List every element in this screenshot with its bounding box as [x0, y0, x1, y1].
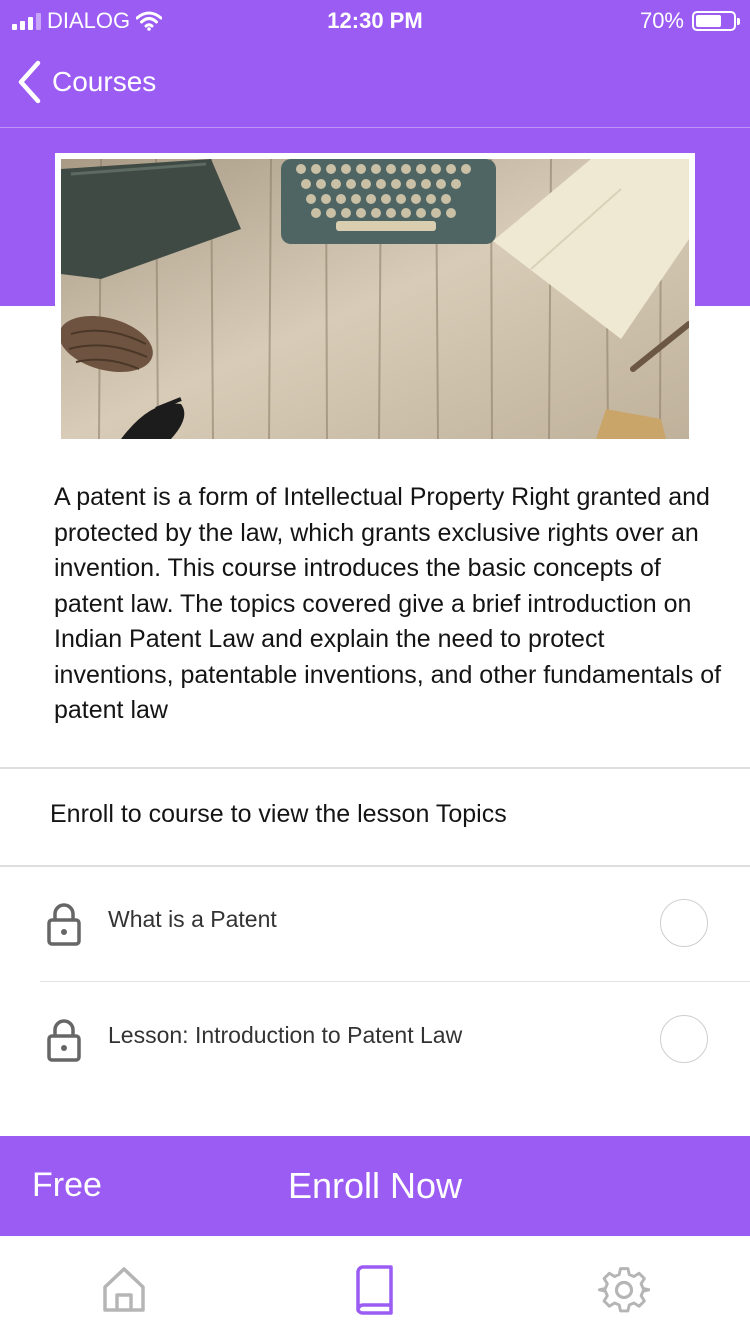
lesson-title: What is a Patent — [108, 906, 277, 932]
course-price: Free — [32, 1166, 102, 1204]
lesson-title: Lesson: Introduction to Patent Law — [108, 1022, 463, 1048]
lesson-status-radio[interactable] — [660, 899, 708, 947]
section-divider — [0, 767, 750, 769]
tab-settings[interactable] — [594, 1260, 654, 1320]
chevron-left-icon — [18, 60, 41, 104]
lock-icon — [47, 1019, 81, 1062]
back-label: Courses — [52, 66, 157, 97]
status-bar: DIALOG 12:30 PM 70% — [0, 0, 750, 40]
lesson-status-radio[interactable] — [660, 1015, 708, 1063]
course-description: A patent is a form of Intellectual Prope… — [54, 483, 722, 724]
battery-percent: 70% — [639, 8, 684, 33]
navigation-bar: Courses — [0, 40, 750, 128]
gear-icon — [598, 1267, 650, 1313]
enroll-hint: Enroll to course to view the lesson Topi… — [50, 800, 507, 828]
battery-icon — [692, 11, 740, 31]
tab-bar — [0, 1236, 750, 1334]
lesson-row[interactable]: Lesson: Introduction to Patent Law — [40, 982, 750, 1097]
course-cover-image — [61, 159, 689, 439]
tab-home[interactable] — [94, 1260, 154, 1320]
clock: 12:30 PM — [327, 8, 423, 33]
lesson-row[interactable]: What is a Patent — [40, 866, 750, 981]
back-button[interactable]: Courses — [16, 60, 156, 104]
tab-courses[interactable] — [344, 1260, 404, 1320]
enroll-bar: Free Enroll Now — [0, 1136, 750, 1236]
course-image-frame — [55, 153, 695, 445]
book-icon — [356, 1265, 393, 1315]
lock-icon — [47, 903, 81, 946]
status-right: 70% — [639, 8, 740, 34]
home-icon — [103, 1267, 145, 1312]
enroll-now-button[interactable]: Enroll Now — [250, 1158, 500, 1214]
